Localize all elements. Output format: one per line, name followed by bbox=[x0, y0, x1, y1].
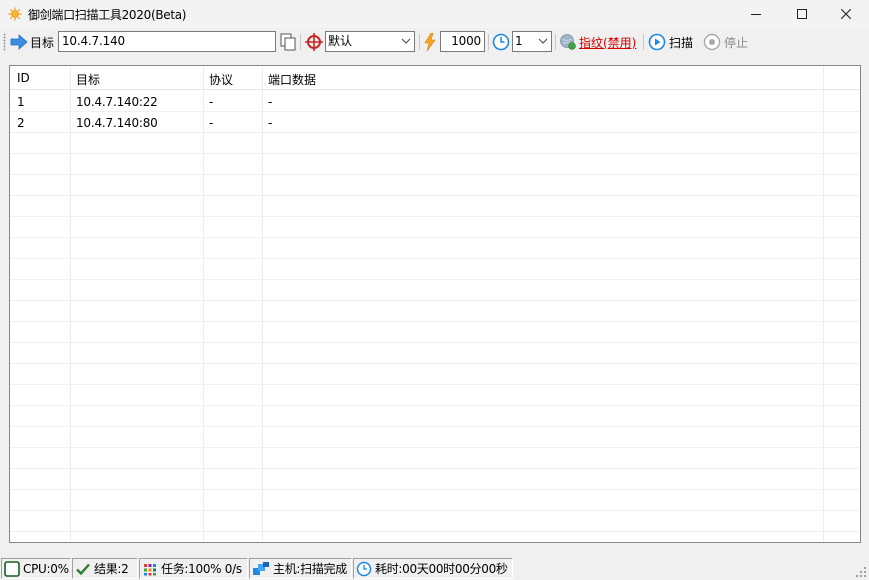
grid-tasks-icon bbox=[144, 563, 156, 575]
cell-id: 2 bbox=[17, 116, 25, 130]
arrow-right-icon bbox=[10, 34, 28, 50]
close-button[interactable] bbox=[823, 0, 869, 28]
cell-id: 1 bbox=[17, 95, 25, 109]
cell-port-data: - bbox=[268, 116, 273, 130]
host-network-icon bbox=[253, 561, 269, 575]
timeout-value: 1 bbox=[515, 34, 523, 48]
results-status: 结果:2 bbox=[72, 558, 138, 579]
column-header-id[interactable]: ID bbox=[17, 71, 30, 85]
lightning-icon bbox=[424, 33, 436, 51]
close-icon bbox=[841, 9, 851, 19]
fingerprint-globe-icon bbox=[560, 34, 576, 50]
window-title: 御剑端口扫描工具2020(Beta) bbox=[28, 8, 187, 22]
scan-mode-dropdown[interactable]: 默认 bbox=[325, 31, 415, 52]
scan-button[interactable]: 扫描 bbox=[669, 34, 693, 51]
maximize-icon bbox=[797, 9, 807, 19]
column-header-port-data[interactable]: 端口数据 bbox=[268, 71, 316, 88]
cpu-status: CPU:0% bbox=[1, 558, 71, 579]
timeout-dropdown[interactable]: 1 bbox=[512, 31, 552, 52]
cell-protocol: - bbox=[209, 95, 214, 109]
play-icon bbox=[648, 33, 666, 51]
crosshair-icon bbox=[305, 33, 323, 51]
elapsed-text: 耗时:00天00时00分00秒 bbox=[375, 562, 508, 576]
target-input[interactable]: 10.4.7.140 bbox=[58, 31, 276, 52]
title-bar: 御剑端口扫描工具2020(Beta) bbox=[0, 0, 869, 28]
host-text: 主机:扫描完成 bbox=[273, 562, 347, 576]
cpu-icon bbox=[4, 560, 20, 577]
results-table[interactable]: ID 目标 协议 端口数据 1 10.4.7.140:22 - - 2 10.4… bbox=[9, 65, 861, 543]
resize-grip-icon[interactable] bbox=[856, 567, 867, 578]
status-bar: CPU:0% 结果:2 任务:100% 0/s 主机:扫描完成 耗时:00天00… bbox=[0, 557, 869, 580]
cell-target: 10.4.7.140:80 bbox=[76, 116, 158, 130]
maximize-button[interactable] bbox=[779, 0, 825, 28]
stop-button[interactable]: 停止 bbox=[724, 34, 748, 51]
paste-list-icon[interactable] bbox=[280, 33, 297, 51]
fingerprint-link[interactable]: 指纹(禁用) bbox=[579, 34, 636, 51]
threads-input[interactable]: 1000 bbox=[440, 31, 485, 52]
cpu-text: CPU:0% bbox=[23, 561, 69, 576]
cell-protocol: - bbox=[209, 116, 214, 130]
toolbar-grip[interactable] bbox=[3, 33, 6, 51]
clock-icon bbox=[356, 561, 372, 576]
column-header-target[interactable]: 目标 bbox=[76, 71, 100, 88]
table-header: ID 目标 协议 端口数据 bbox=[10, 66, 860, 90]
minimize-button[interactable] bbox=[733, 0, 779, 28]
host-status: 主机:扫描完成 bbox=[249, 558, 352, 579]
check-icon bbox=[76, 563, 90, 575]
clock-icon bbox=[492, 33, 510, 51]
scan-mode-value: 默认 bbox=[328, 34, 353, 48]
chevron-down-icon bbox=[538, 38, 548, 44]
tasks-status: 任务:100% 0/s bbox=[139, 558, 248, 579]
cell-port-data: - bbox=[268, 95, 273, 109]
elapsed-status: 耗时:00天00时00分00秒 bbox=[353, 558, 513, 579]
chevron-down-icon bbox=[401, 38, 411, 44]
stop-icon bbox=[703, 33, 721, 51]
cell-target: 10.4.7.140:22 bbox=[76, 95, 158, 109]
target-label: 目标 bbox=[30, 36, 55, 50]
results-text: 结果:2 bbox=[94, 562, 129, 576]
column-header-protocol[interactable]: 协议 bbox=[209, 71, 233, 88]
toolbar: 目标 10.4.7.140 默认 1000 1 指纹(禁用) 扫描 停止 bbox=[0, 28, 869, 56]
sun-app-icon bbox=[8, 7, 22, 21]
minimize-icon bbox=[751, 14, 761, 15]
tasks-text: 任务:100% 0/s bbox=[161, 562, 242, 576]
